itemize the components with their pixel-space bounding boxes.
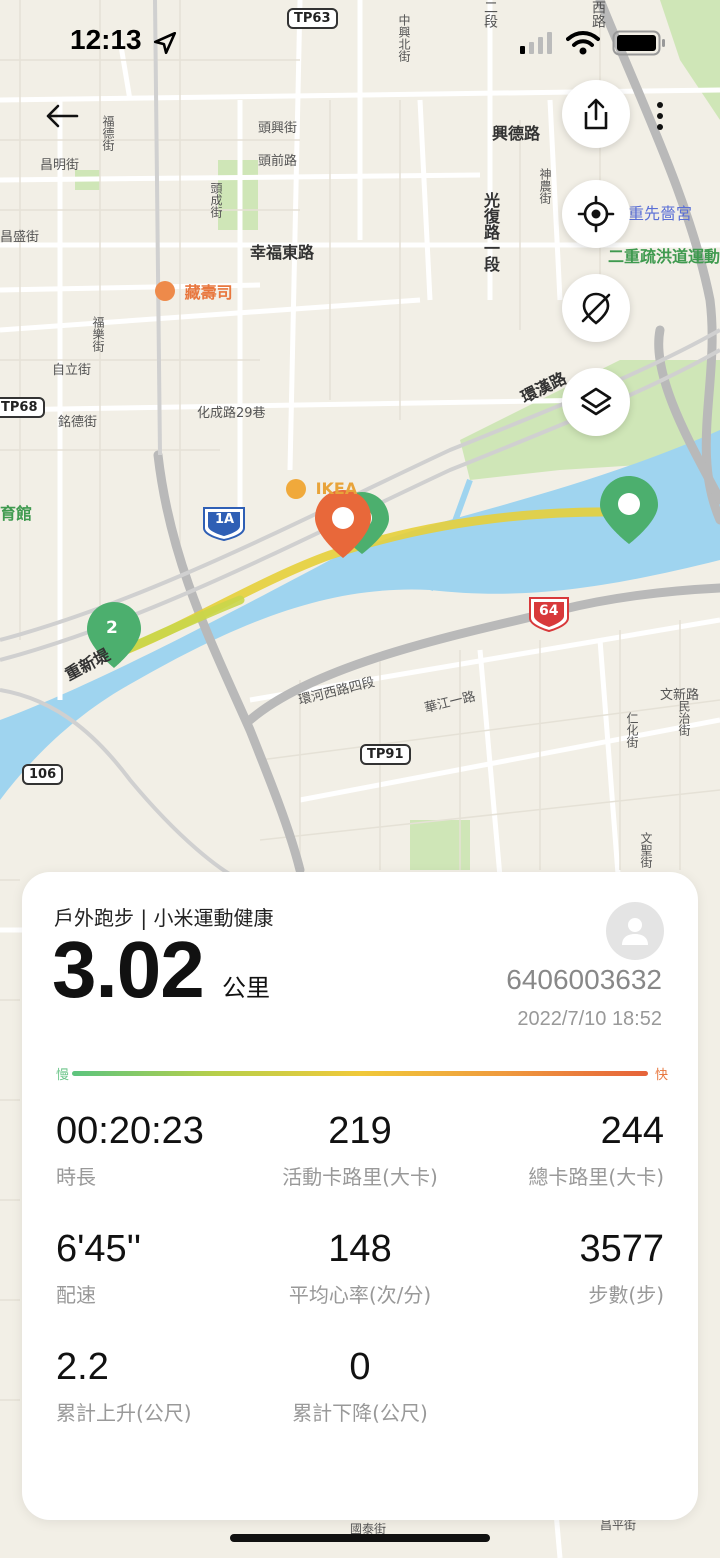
battery-icon: [612, 30, 665, 56]
user-id: 6406003632: [506, 964, 662, 995]
stat-pace: 6'45'' 配速: [56, 1228, 256, 1308]
map-label-park: 二重疏洪道運動: [608, 247, 720, 266]
stat-elevation-gain: 2.2 累計上升(公尺): [56, 1346, 256, 1426]
map-label-street: 頭興街: [258, 121, 298, 136]
home-indicator[interactable]: [230, 1534, 490, 1542]
stat-value: 219: [328, 1110, 392, 1152]
location-arrow-icon: [153, 31, 177, 55]
map-label-street: 昌明街: [40, 158, 80, 173]
layers-icon: [580, 387, 612, 416]
stat-duration: 00:20:23 時長: [56, 1110, 256, 1190]
stat-heart-rate: 148 平均心率(次/分): [260, 1228, 460, 1308]
arrow-left-icon: [46, 104, 79, 128]
map-label-street: 頭前路: [258, 154, 298, 169]
map-label-street: 神農街: [538, 168, 552, 204]
workout-summary-card: 戶外跑步 | 小米運動健康 3.02 公里 6406003632 2022/7/…: [22, 872, 698, 1520]
map-label-street: 文聖街: [639, 832, 653, 868]
map-marker-start-orange[interactable]: [313, 488, 373, 560]
distance-unit: 公里: [222, 974, 270, 1002]
stat-label: 總卡路里(大卡): [528, 1165, 664, 1189]
stat-label: 步數(步): [588, 1283, 664, 1307]
cellular-signal-icon: [520, 32, 552, 54]
avatar[interactable]: [606, 902, 664, 960]
pace-legend: 慢 快: [54, 1064, 668, 1084]
user-icon: [622, 918, 648, 945]
map-label-street: 福德街: [101, 115, 115, 151]
target-icon: [577, 195, 615, 233]
stat-label: 配速: [56, 1283, 96, 1307]
map-label-street: 幸福東路: [250, 243, 315, 262]
status-bar: 12:13: [0, 0, 720, 80]
map-label-street: 仁化街: [625, 712, 639, 748]
poi-kura-sushi-label: 藏壽司: [184, 283, 233, 302]
more-options-button[interactable]: [648, 96, 672, 136]
hide-track-button[interactable]: [562, 274, 630, 342]
locate-button[interactable]: [562, 180, 630, 248]
share-button[interactable]: [562, 80, 630, 148]
stat-label: 累計下降(公尺): [292, 1401, 428, 1425]
map-label-street: 民治街: [677, 700, 691, 736]
map-label-street: 光復路一段: [481, 192, 500, 272]
route-badge-106: 106: [22, 764, 64, 785]
stat-label: 時長: [56, 1165, 96, 1189]
stat-value: 148: [328, 1228, 392, 1270]
freeway-shield-1a-label: 1A: [215, 512, 235, 527]
map-layers-button[interactable]: [562, 368, 630, 436]
stat-total-calories: 244 總卡路里(大卡): [464, 1110, 664, 1190]
stat-active-calories: 219 活動卡路里(大卡): [260, 1110, 460, 1190]
poi-ikea-label: IKEA: [315, 479, 358, 498]
stat-label: 活動卡路里(大卡): [282, 1165, 438, 1189]
freeway-shield-64-label: 64: [539, 603, 559, 619]
stat-value: 2.2: [56, 1346, 109, 1388]
pace-legend-fast: 快: [654, 1068, 668, 1083]
map-label-temple: 重先嗇宮: [628, 204, 693, 223]
route-badge-tp91: TP91: [360, 744, 411, 765]
map-marker-lap-label: 2: [106, 618, 118, 638]
stat-steps: 3577 步數(步): [464, 1228, 664, 1308]
map-label-street: 頭成街: [209, 182, 223, 218]
route-badge-tp68: TP68: [0, 397, 45, 418]
share-icon: [584, 98, 608, 130]
map-label-street: 福樂街: [91, 316, 105, 352]
map-label-street: 昌盛街: [0, 230, 40, 245]
shopping-icon: [286, 478, 306, 499]
stat-value: 6'45'': [56, 1228, 142, 1270]
pace-legend-slow: 慢: [56, 1068, 70, 1083]
back-button[interactable]: [40, 96, 84, 136]
stat-label: 累計上升(公尺): [56, 1401, 192, 1425]
more-vertical-icon: [657, 102, 663, 130]
stat-label: 平均心率(次/分): [288, 1283, 432, 1307]
distance-value: 3.02: [52, 925, 205, 1014]
stat-value: 00:20:23: [56, 1110, 204, 1152]
map-label-street: 自立街: [52, 363, 92, 378]
visibility-off-icon: [581, 292, 611, 325]
map-marker-endpoint[interactable]: [598, 474, 660, 546]
poi-ikea[interactable]: IKEA: [286, 478, 357, 499]
map-label-venue: 育館: [0, 504, 33, 523]
stat-value: 3577: [579, 1228, 664, 1270]
restaurant-icon: [155, 281, 175, 301]
map-label-street: 銘德街: [58, 415, 98, 430]
map-label-street: 興德路: [492, 124, 541, 143]
status-time: 12:13: [70, 24, 142, 55]
stat-elevation-loss: 0 累計下降(公尺): [260, 1346, 460, 1426]
poi-kura-sushi[interactable]: 藏壽司: [155, 279, 233, 303]
wifi-icon: [566, 31, 600, 55]
stat-value: 0: [349, 1346, 371, 1388]
map-label-street: 化成路29巷: [197, 406, 266, 421]
workout-date: 2022/7/10 18:52: [517, 1008, 662, 1030]
pace-gradient-bar: [72, 1071, 648, 1076]
stat-value: 244: [600, 1110, 664, 1152]
